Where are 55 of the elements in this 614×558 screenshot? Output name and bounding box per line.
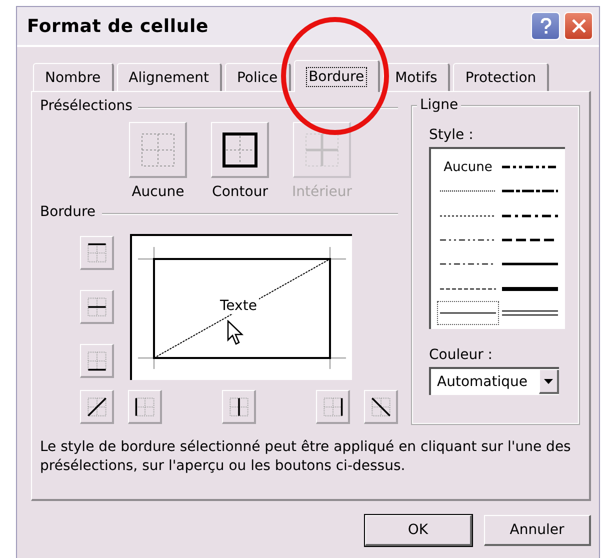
color-label: Couleur :: [429, 347, 494, 363]
border-icon: [228, 396, 250, 418]
border-button[interactable]: [364, 390, 398, 424]
style-label: Style :: [429, 127, 474, 143]
tab[interactable]: Nombre: [33, 63, 114, 91]
line-style-option[interactable]: [437, 300, 499, 325]
color-dropdown[interactable]: Automatique: [429, 367, 559, 395]
line-style-icon: [502, 284, 558, 293]
line-style-icon: [502, 260, 558, 268]
dropdown-arrow-icon: [544, 378, 553, 384]
line-style-icon: [502, 163, 558, 172]
border-icon: [86, 396, 108, 418]
tab[interactable]: Alignement: [116, 63, 222, 91]
preview-text: Texte: [218, 298, 259, 314]
preset-button[interactable]: [211, 122, 269, 178]
border-icon: [370, 396, 392, 418]
border-button[interactable]: [80, 390, 114, 424]
tab[interactable]: Motifs: [383, 63, 450, 91]
border-icon: [86, 350, 108, 372]
close-button[interactable]: [564, 12, 593, 40]
dialog-button[interactable]: Annuler: [484, 515, 591, 546]
help-button[interactable]: [531, 12, 560, 40]
line-style-option[interactable]: Aucune: [437, 155, 499, 180]
line-style-icon: [502, 187, 558, 196]
help-icon: [538, 18, 552, 34]
border-icon: [134, 396, 156, 418]
border-icon: [322, 396, 344, 418]
tab[interactable]: Protection: [453, 63, 550, 91]
group-label: Ligne: [417, 97, 462, 113]
border-button[interactable]: [316, 390, 350, 424]
tab[interactable]: Police: [224, 63, 291, 91]
close-icon: [570, 18, 586, 34]
group-label: Bordure: [40, 204, 96, 220]
border-preview[interactable]: Texte: [130, 234, 352, 380]
description-text: Le style de bordure sélectionné peut être appliqué en cliquant sur l'une des présélections, sur l'aperçu ou les boutons ci-dessus.: [40, 438, 572, 476]
outline-border-icon: [220, 130, 258, 168]
border-button[interactable]: [80, 236, 114, 270]
border-button[interactable]: [80, 344, 114, 378]
group-label: Présélections: [40, 98, 132, 114]
preset-label: Intérieur: [292, 184, 352, 200]
border-button[interactable]: [222, 390, 256, 424]
line-style-icon: [502, 308, 558, 317]
line-style-label: Aucune: [444, 160, 492, 175]
border-button[interactable]: [80, 290, 114, 324]
window-title: Format de cellule: [27, 16, 208, 36]
cursor-icon: [227, 320, 245, 346]
border-icon: [86, 242, 108, 264]
border-button[interactable]: [128, 390, 162, 424]
tab[interactable]: Bordure: [294, 60, 380, 92]
inside-border-icon: [302, 130, 340, 168]
border-icon: [86, 296, 108, 318]
no-border-icon: [138, 130, 176, 168]
preset-label: Contour: [212, 184, 268, 200]
preset-label: Aucune: [132, 184, 184, 200]
dialog-button[interactable]: OK: [365, 515, 472, 546]
